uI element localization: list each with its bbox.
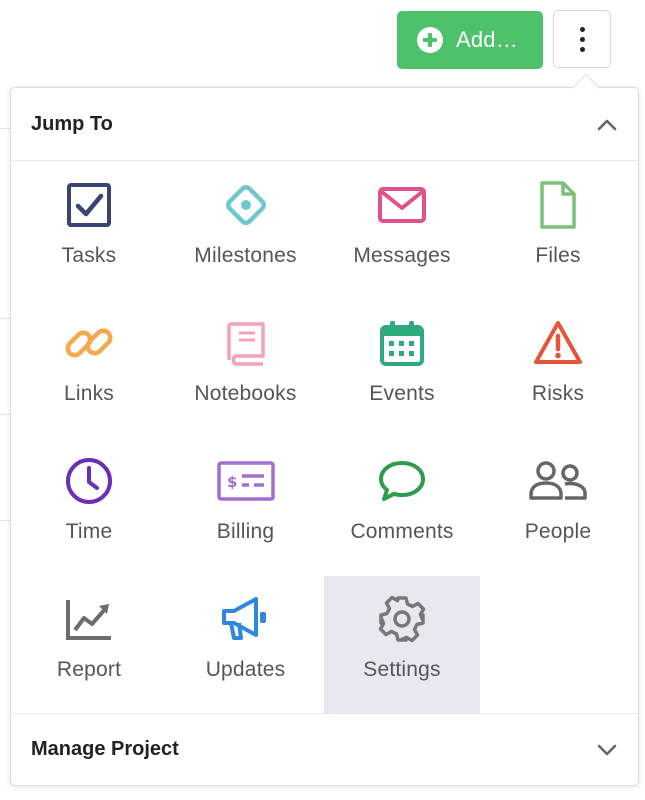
svg-text:$: $ (227, 473, 237, 491)
jump-to-title: Jump To (31, 112, 113, 135)
notebook-icon (226, 322, 265, 366)
menu-item-label: People (524, 520, 592, 543)
menu-item-label: Report (56, 658, 122, 681)
add-button[interactable]: Add… (397, 11, 543, 69)
milestone-icon (225, 185, 266, 225)
envelope-icon (378, 187, 426, 223)
menu-item-time[interactable]: Time (11, 438, 167, 576)
menu-item-comments[interactable]: Comments (324, 438, 480, 576)
menu-item-label: Events (369, 382, 435, 405)
clock-icon (66, 458, 112, 504)
menu-item-messages[interactable]: Messages (324, 162, 480, 300)
manage-project-title: Manage Project (31, 738, 179, 760)
more-options-button[interactable] (553, 10, 611, 68)
menu-item-label: Settings (363, 658, 441, 681)
menu-item-label: Files (535, 244, 581, 267)
menu-item-label: Links (63, 382, 115, 405)
gear-icon (378, 595, 426, 643)
menu-item-people[interactable]: People (480, 438, 636, 576)
add-button-label: Add… (456, 27, 518, 52)
chevron-down-icon (597, 744, 617, 756)
manage-project-header[interactable]: Manage Project (11, 713, 638, 785)
menu-item-milestones[interactable]: Milestones (167, 162, 324, 300)
menu-item-label: Billing (216, 520, 275, 543)
kebab-dot (579, 46, 585, 52)
chart-icon (66, 600, 111, 640)
menu-item-billing[interactable]: $ Billing (167, 438, 324, 576)
tasks-icon (67, 183, 111, 227)
link-icon (65, 328, 113, 358)
menu-item-notebooks[interactable]: Notebooks (167, 300, 324, 438)
calendar-icon (380, 321, 424, 366)
chevron-up-icon (597, 119, 617, 131)
menu-item-label: Messages (353, 244, 451, 267)
menu-item-label: Notebooks (194, 382, 297, 405)
menu-item-updates[interactable]: Updates (167, 576, 324, 714)
jump-to-dropdown: Jump To Tasks Milestones Messages Files … (10, 73, 639, 786)
megaphone-icon (221, 597, 266, 640)
menu-item-label: Comments (350, 520, 454, 543)
menu-item-risks[interactable]: Risks (480, 300, 636, 438)
menu-item-links[interactable]: Links (11, 300, 167, 438)
menu-item-label: Milestones (194, 244, 297, 267)
menu-item-settings[interactable]: Settings (324, 576, 480, 714)
menu-item-files[interactable]: Files (480, 162, 636, 300)
menu-item-label: Time (65, 520, 113, 543)
kebab-dot (579, 26, 585, 32)
billing-icon: $ (216, 461, 275, 501)
kebab-dot (579, 36, 585, 42)
menu-item-label: Risks (531, 382, 585, 405)
menu-item-tasks[interactable]: Tasks (11, 162, 167, 300)
menu-item-events[interactable]: Events (324, 300, 480, 438)
people-icon (529, 461, 587, 500)
file-icon (540, 181, 576, 229)
menu-item-label: Updates (205, 658, 286, 681)
comment-icon (379, 461, 425, 501)
jump-to-header[interactable]: Jump To (11, 88, 638, 161)
warning-icon (534, 321, 582, 364)
menu-item-label: Tasks (61, 244, 117, 267)
jump-to-grid: Tasks Milestones Messages Files Links No… (11, 162, 638, 714)
plus-circle-icon (417, 27, 443, 53)
menu-item-report[interactable]: Report (11, 576, 167, 714)
